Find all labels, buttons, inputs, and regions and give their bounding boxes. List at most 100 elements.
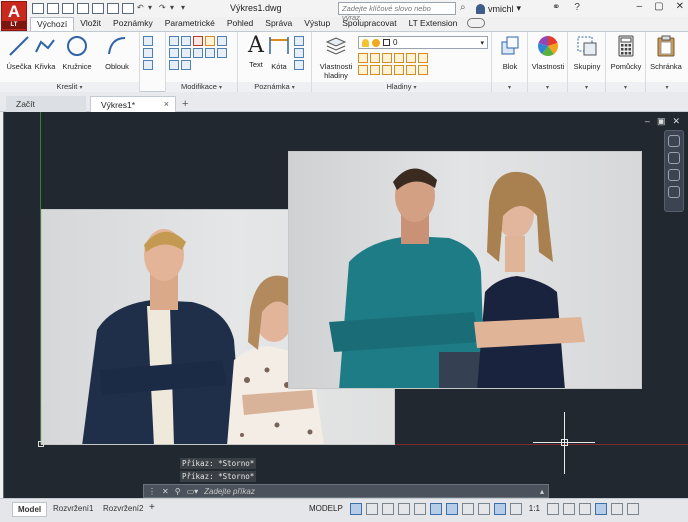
annotation-scale[interactable]: 1:1 <box>526 502 543 515</box>
array-icon[interactable] <box>169 60 179 70</box>
leader-icon[interactable] <box>294 36 304 46</box>
isolate-objects-icon[interactable] <box>578 502 591 515</box>
mirror-icon[interactable] <box>169 48 179 58</box>
help-icon[interactable]: ? <box>574 2 580 13</box>
tab-poznamky[interactable]: Poznámky <box>107 17 159 31</box>
leader-edit-icon[interactable] <box>294 48 304 58</box>
raster-image-2[interactable] <box>288 151 642 389</box>
layer-tool-4-icon[interactable] <box>394 53 404 63</box>
rectangle-icon[interactable] <box>143 36 153 46</box>
transparency-icon[interactable] <box>477 502 490 515</box>
panel-title-modify[interactable]: Modifikace ▾ <box>166 82 237 92</box>
search-icon[interactable]: ⌕ <box>460 2 466 13</box>
annotation-visibility-icon[interactable] <box>493 502 506 515</box>
lineweight-icon[interactable] <box>461 502 474 515</box>
redo-icon[interactable]: ↷ <box>159 3 167 14</box>
layer-tool-2-icon[interactable] <box>370 53 380 63</box>
object-snap-icon[interactable] <box>445 502 458 515</box>
utilities-button[interactable]: Pomůcky <box>609 34 643 71</box>
tab-model[interactable]: Model <box>12 502 48 517</box>
command-line[interactable]: ⋮ ✕ ⚲ ▭▾ Zadejte příkaz ▴ <box>143 484 549 498</box>
new-file-icon[interactable] <box>32 3 44 14</box>
dimension-tool-button[interactable]: Kóta <box>262 34 296 71</box>
viewport-restore-icon[interactable]: ▣ <box>657 116 666 127</box>
search-input[interactable]: Zadejte klíčové slovo nebo výraz. <box>338 2 456 22</box>
arc-tool-button[interactable]: Oblouk <box>100 34 134 71</box>
erase-icon[interactable] <box>205 36 215 46</box>
user-account[interactable]: vmichl ▾ <box>476 3 521 14</box>
undo-dropdown-icon[interactable]: ▾ <box>148 3 156 14</box>
save-icon[interactable] <box>62 3 74 14</box>
tab-sprava[interactable]: Správa <box>259 17 298 31</box>
tab-vychozi[interactable]: Výchozí <box>30 17 75 31</box>
layer-tool-5-icon[interactable] <box>406 53 416 63</box>
tab-parametricke[interactable]: Parametrické <box>159 17 221 31</box>
layer-tool-10-icon[interactable] <box>394 65 404 75</box>
redo-dropdown-icon[interactable]: ▾ <box>170 3 178 14</box>
properties-button[interactable]: Vlastnosti <box>531 34 565 71</box>
layer-properties-button[interactable]: Vlastnosti hladiny <box>316 34 356 80</box>
application-menu-button[interactable]: A LT <box>1 1 27 31</box>
open-file-icon[interactable] <box>47 3 59 14</box>
polar-icon[interactable] <box>397 502 410 515</box>
layer-tool-12-icon[interactable] <box>418 65 428 75</box>
copy-icon[interactable] <box>217 36 227 46</box>
panel-title-utilities[interactable]: ▾ <box>606 82 645 92</box>
drawing-canvas[interactable]: Y X – ▣ ✕ Příkaz: *Storno* Příkaz: *Stor… <box>3 112 688 498</box>
explode-icon[interactable] <box>193 48 203 58</box>
table-icon[interactable] <box>294 60 304 70</box>
modelspace-toggle[interactable]: MODELP <box>306 502 346 515</box>
layer-tool-6-icon[interactable] <box>418 53 428 63</box>
layer-combo[interactable]: 0 ▾ <box>358 36 488 49</box>
scale-icon[interactable] <box>217 48 227 58</box>
rotate-icon[interactable] <box>181 36 191 46</box>
undo-icon[interactable]: ↶ <box>137 3 145 14</box>
panel-title-groups[interactable]: ▾ <box>568 82 605 92</box>
ellipse-icon[interactable] <box>143 60 153 70</box>
close-icon[interactable]: ✕ <box>162 487 169 496</box>
tab-lt-extension[interactable]: LT Extension <box>403 17 464 31</box>
pan-icon[interactable] <box>668 152 680 164</box>
block-button[interactable]: Blok <box>493 34 527 71</box>
auto-scale-icon[interactable] <box>509 502 522 515</box>
tab-layout-2[interactable]: Rozvržení2 <box>98 502 148 515</box>
start-tab[interactable]: Začít <box>6 96 86 112</box>
plus-icon[interactable] <box>562 502 575 515</box>
cloud-open-icon[interactable] <box>92 3 104 14</box>
panel-title-clipboard[interactable]: ▾ <box>646 82 688 92</box>
viewport-close-icon[interactable]: ✕ <box>672 116 680 127</box>
tab-layout-1[interactable]: Rozvržení1 <box>48 502 98 515</box>
close-tab-icon[interactable]: × <box>164 99 169 109</box>
zoom-extents-icon[interactable] <box>668 169 680 181</box>
layer-tool-11-icon[interactable] <box>406 65 416 75</box>
cloud-save-icon[interactable] <box>107 3 119 14</box>
layer-tool-8-icon[interactable] <box>370 65 380 75</box>
drawing-tab[interactable]: Výkres1* × <box>90 96 176 112</box>
tab-vystup[interactable]: Výstup <box>298 17 336 31</box>
grid-icon[interactable] <box>349 502 362 515</box>
circle-tool-button[interactable]: Kružnice <box>60 34 94 71</box>
clean-screen-icon[interactable] <box>610 502 623 515</box>
customize-qat-icon[interactable]: ▾ <box>181 3 189 14</box>
object-snap-tracking-icon[interactable] <box>429 502 442 515</box>
grip-icon[interactable]: ⋮ <box>148 487 156 496</box>
chevron-up-icon[interactable]: ▴ <box>540 487 544 496</box>
gear-icon[interactable] <box>546 502 559 515</box>
print-icon[interactable] <box>122 3 134 14</box>
recent-commands-icon[interactable]: ▭▾ <box>187 487 199 496</box>
move-icon[interactable] <box>169 36 179 46</box>
polyline-tool-button[interactable]: Křivka <box>28 34 62 71</box>
trim-icon[interactable] <box>193 36 203 46</box>
tab-spolupracovat[interactable]: Spolupracovat <box>336 17 402 31</box>
groups-button[interactable]: Skupiny <box>570 34 604 71</box>
orbit-icon[interactable] <box>668 186 680 198</box>
layer-tool-3-icon[interactable] <box>382 53 392 63</box>
snap-icon[interactable] <box>365 502 378 515</box>
close-icon[interactable]: ✕ <box>676 1 684 12</box>
ortho-icon[interactable] <box>381 502 394 515</box>
maximize-icon[interactable]: ▢ <box>654 1 663 12</box>
panel-title-draw[interactable]: Kreslit ▾ <box>0 82 139 92</box>
panel-title-block[interactable]: ▾ <box>492 82 527 92</box>
stretch-icon[interactable] <box>205 48 215 58</box>
panel-title-properties[interactable]: ▾ <box>528 82 567 92</box>
